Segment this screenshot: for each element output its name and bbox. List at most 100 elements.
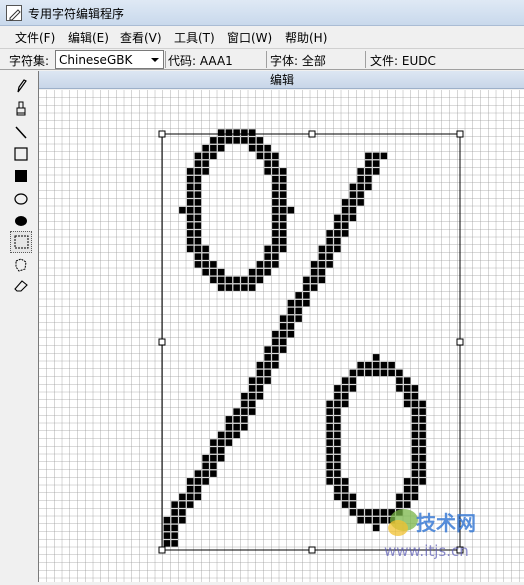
glyph-pixel xyxy=(194,191,202,198)
menu-help[interactable]: 帮助(H) xyxy=(283,29,329,46)
menu-window[interactable]: 窗口(W) xyxy=(225,29,274,46)
glyph-pixel xyxy=(403,392,411,400)
glyph-pixel xyxy=(217,431,225,439)
glyph-pixel xyxy=(171,532,178,539)
glyph-pixel xyxy=(365,516,372,524)
glyph-pixel xyxy=(295,307,302,315)
glyph-pixel xyxy=(256,268,264,276)
resize-handle[interactable] xyxy=(308,546,316,554)
glyph-pixel xyxy=(411,462,419,470)
glyph-pixel xyxy=(264,361,271,369)
glyph-pixel xyxy=(194,152,202,160)
glyph-pixel xyxy=(303,276,310,284)
glyph-pixel xyxy=(186,183,194,191)
glyph-pixel xyxy=(380,361,388,369)
glyph-pixel xyxy=(287,299,295,307)
menu-bar: 文件(F) 编辑(E) 查看(V) 工具(T) 窗口(W) 帮助(H) xyxy=(0,27,524,47)
glyph-pixel xyxy=(225,423,233,431)
glyph-pixel xyxy=(334,493,341,501)
glyph-pixel xyxy=(264,168,271,175)
rect-select-tool[interactable] xyxy=(10,231,32,253)
glyph-pixel xyxy=(233,137,240,144)
brush-icon xyxy=(16,101,26,116)
eraser-tool[interactable] xyxy=(11,275,31,295)
glyph-pixel xyxy=(217,129,225,136)
glyph-pixel xyxy=(388,361,395,369)
glyph-pixel xyxy=(318,261,326,268)
glyph-pixel xyxy=(163,540,171,547)
glyph-pixel xyxy=(396,493,403,501)
glyph-pixel xyxy=(225,439,233,446)
glyph-pixel xyxy=(194,261,202,268)
pencil-tool[interactable] xyxy=(11,76,31,96)
glyph-pixel xyxy=(349,377,357,384)
resize-handle[interactable] xyxy=(158,546,166,554)
glyph-pixel xyxy=(419,478,426,485)
glyph-pixel xyxy=(349,191,357,198)
glyph-pixel xyxy=(217,439,225,446)
hollow-ellipse-tool[interactable] xyxy=(11,189,31,209)
menu-view[interactable]: 查看(V) xyxy=(118,29,164,46)
glyph-pixel xyxy=(202,160,209,167)
glyph-pixel xyxy=(186,493,194,501)
glyph-pixel xyxy=(365,152,372,160)
glyph-pixel xyxy=(272,206,279,214)
glyph-pixel xyxy=(210,152,217,160)
glyph-pixel xyxy=(210,137,217,144)
glyph-pixel xyxy=(403,501,411,508)
glyph-pixel xyxy=(210,447,217,454)
glyph-pixel xyxy=(264,354,271,361)
freeform-select-tool[interactable] xyxy=(11,255,31,275)
glyph-pixel xyxy=(279,330,287,338)
resize-handle[interactable] xyxy=(308,130,316,138)
line-tool[interactable] xyxy=(11,122,31,142)
menu-file[interactable]: 文件(F) xyxy=(13,29,57,46)
menu-tools[interactable]: 工具(T) xyxy=(172,29,217,46)
glyph-pixel xyxy=(210,439,217,446)
chevron-down-icon[interactable] xyxy=(149,53,161,66)
filled-rectangle-icon xyxy=(15,170,27,182)
resize-handle[interactable] xyxy=(456,338,464,346)
glyph-pixel xyxy=(210,276,217,284)
glyph-pixel xyxy=(411,493,419,501)
toolbar-divider xyxy=(165,51,166,68)
glyph-pixel xyxy=(241,416,248,423)
glyph-pixel xyxy=(248,392,256,400)
glyph-pixel xyxy=(225,137,233,144)
hollow-rectangle-tool[interactable] xyxy=(11,144,31,164)
glyph-pixel xyxy=(186,222,194,229)
glyph-pixel xyxy=(334,416,341,423)
filled-rectangle-tool[interactable] xyxy=(11,166,31,186)
glyph-pixel xyxy=(318,268,326,276)
glyph-pixel xyxy=(202,253,209,260)
resize-handle[interactable] xyxy=(158,338,166,346)
glyph-pixel xyxy=(272,261,279,268)
resize-handle[interactable] xyxy=(456,130,464,138)
glyph-pixel xyxy=(186,191,194,198)
glyph-pixel xyxy=(334,439,341,446)
filled-ellipse-tool[interactable] xyxy=(11,211,31,231)
glyph-pixel xyxy=(411,400,419,408)
glyph-pixel xyxy=(365,509,372,516)
glyph-pixel xyxy=(349,385,357,392)
glyph-pixel xyxy=(326,237,333,245)
glyph-pixel xyxy=(287,323,295,330)
glyph-pixel xyxy=(233,423,240,431)
brush-tool[interactable] xyxy=(11,99,31,119)
glyph-pixel xyxy=(334,478,341,485)
glyph-pixel xyxy=(272,361,279,369)
resize-handle[interactable] xyxy=(158,130,166,138)
glyph-pixel xyxy=(411,423,419,431)
glyph-pixel xyxy=(256,361,264,369)
glyph-pixel xyxy=(334,447,341,454)
glyph-pixel xyxy=(303,299,310,307)
glyph-pixel xyxy=(372,354,380,361)
glyph-pixel xyxy=(171,540,178,547)
glyph-pixel xyxy=(163,532,171,539)
charset-select[interactable]: ChineseGBK xyxy=(55,50,164,69)
glyph-pixel xyxy=(380,369,388,377)
glyph-pixel xyxy=(334,392,341,400)
glyph-pixel xyxy=(357,516,364,524)
glyph-pixel xyxy=(241,284,248,291)
menu-edit[interactable]: 编辑(E) xyxy=(66,29,111,46)
